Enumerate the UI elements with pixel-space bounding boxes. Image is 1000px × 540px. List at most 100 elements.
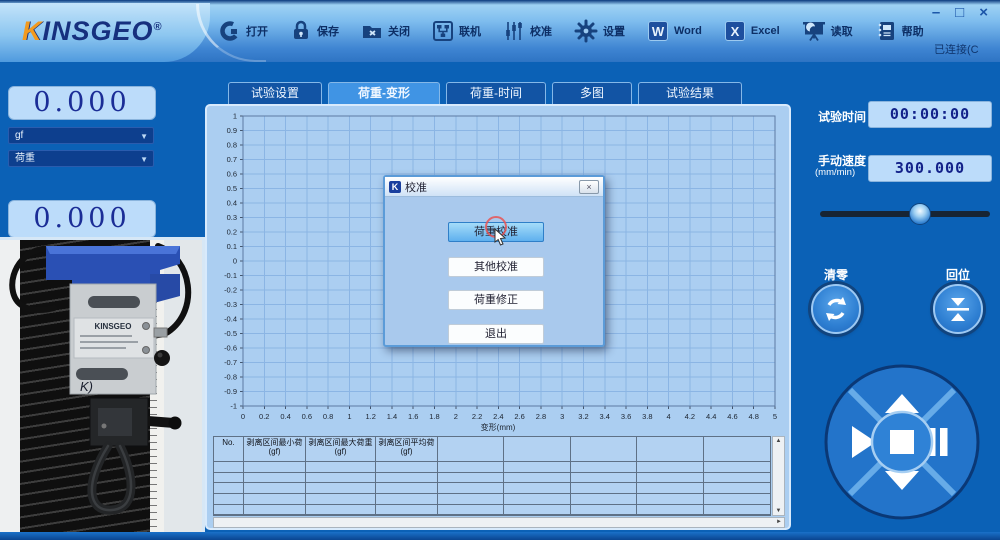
excel-export-button[interactable]: X Excel	[723, 19, 780, 43]
scroll-up-icon[interactable]: ▲	[773, 438, 784, 444]
svg-text:5: 5	[773, 412, 777, 421]
channel-dropdown[interactable]: 荷重 ▼	[8, 150, 154, 167]
svg-text:-0.8: -0.8	[224, 373, 237, 382]
svg-text:1.4: 1.4	[387, 412, 397, 421]
svg-text:0.7: 0.7	[227, 155, 237, 164]
dialog-titlebar[interactable]: K 校准	[385, 177, 603, 197]
svg-text:0.1: 0.1	[227, 242, 237, 251]
load-value-display: 0.000	[8, 86, 156, 120]
minimize-button[interactable]: –	[932, 5, 940, 20]
load-correction-button[interactable]: 荷重修正	[448, 290, 544, 310]
table-cell	[704, 473, 770, 484]
tab-multi-chart[interactable]: 多图	[552, 82, 632, 104]
save-button[interactable]: 保存	[289, 19, 339, 43]
svg-text:W: W	[652, 24, 665, 39]
brand-logo-rest: INSGEO	[43, 16, 154, 46]
table-cell	[637, 494, 703, 505]
table-row	[214, 462, 770, 473]
svg-text:2.4: 2.4	[493, 412, 503, 421]
open-button[interactable]: 打开	[218, 19, 268, 43]
settings-button[interactable]: 设置	[573, 18, 625, 44]
table-cell	[214, 505, 244, 516]
table-cell	[571, 462, 637, 473]
svg-text:2: 2	[454, 412, 458, 421]
svg-text:1.2: 1.2	[365, 412, 375, 421]
word-export-button[interactable]: W Word	[646, 19, 702, 43]
help-button[interactable]: 帮助	[874, 19, 924, 43]
svg-text:1.6: 1.6	[408, 412, 418, 421]
table-cell	[376, 483, 438, 494]
tab-test-results[interactable]: 试验结果	[638, 82, 742, 104]
manual-speed-display: 300.000	[868, 155, 992, 182]
col-empty	[571, 437, 637, 462]
svg-text:0: 0	[233, 257, 237, 266]
col-peel-max: 剥离区间最大荷重(gf)	[306, 437, 376, 462]
dialog-close-button[interactable]: ×	[579, 180, 599, 194]
word-label: Word	[674, 25, 702, 37]
gear-icon	[573, 18, 599, 44]
open-label: 打开	[246, 23, 268, 39]
speed-slider-knob[interactable]	[909, 203, 931, 225]
svg-text:3: 3	[560, 412, 564, 421]
machine-parts-illustration: KINSGEO K)	[0, 240, 205, 533]
close-file-label: 关闭	[388, 23, 410, 39]
svg-text:0.8: 0.8	[227, 141, 237, 150]
online-button[interactable]: 联机	[431, 19, 481, 43]
help-label: 帮助	[902, 23, 924, 39]
table-cell	[306, 505, 376, 516]
scroll-down-icon[interactable]: ▼	[773, 508, 784, 514]
table-cell	[438, 473, 504, 484]
test-time-display: 00:00:00	[868, 101, 992, 128]
channel-dropdown-value: 荷重	[15, 153, 35, 164]
home-label: 回位	[946, 266, 970, 283]
table-cell	[244, 494, 306, 505]
other-calibration-button[interactable]: 其他校准	[448, 257, 544, 277]
col-empty	[704, 437, 770, 462]
window-bottom-edge	[0, 532, 1000, 540]
table-cell	[376, 505, 438, 516]
table-cell	[376, 494, 438, 505]
table-cell	[504, 505, 570, 516]
svg-text:2.2: 2.2	[472, 412, 482, 421]
tab-load-deformation[interactable]: 荷重-变形	[328, 82, 440, 104]
speed-slider[interactable]	[820, 211, 990, 217]
svg-text:4.8: 4.8	[749, 412, 759, 421]
svg-text:-0.3: -0.3	[224, 300, 237, 309]
table-cell	[504, 462, 570, 473]
calibrate-button[interactable]: 校准	[502, 19, 552, 43]
svg-text:0.4: 0.4	[280, 412, 290, 421]
close-file-button[interactable]: 关闭	[360, 19, 410, 43]
view-tabs: 试验设置 荷重-变形 荷重-时间 多图 试验结果	[228, 82, 742, 104]
excel-icon: X	[723, 19, 747, 43]
svg-text:0.4: 0.4	[227, 199, 237, 208]
brand-logo: KINSGEO®	[22, 16, 163, 47]
chevron-down-icon: ▼	[140, 152, 148, 167]
svg-text:0.6: 0.6	[227, 170, 237, 179]
exit-button[interactable]: 退出	[448, 324, 544, 344]
table-horizontal-scrollbar[interactable]: ►	[213, 517, 785, 528]
tab-load-time[interactable]: 荷重-时间	[446, 82, 546, 104]
table-row	[214, 505, 770, 516]
col-peel-avg: 剥离区间平均荷(gf)	[376, 437, 438, 462]
close-window-button[interactable]: ×	[979, 5, 988, 20]
home-return-button[interactable]	[933, 284, 983, 334]
col-empty	[504, 437, 570, 462]
table-row	[214, 473, 770, 484]
table-vertical-scrollbar[interactable]: ▲ ▼	[772, 436, 785, 516]
scroll-right-icon[interactable]: ►	[776, 519, 782, 525]
table-cell	[244, 483, 306, 494]
zero-button[interactable]	[811, 284, 861, 334]
table-cell	[637, 505, 703, 516]
connection-status: 已连接(C	[934, 41, 1000, 57]
dialog-app-icon: K	[389, 181, 401, 193]
svg-text:4.4: 4.4	[706, 412, 716, 421]
tab-test-settings[interactable]: 试验设置	[228, 82, 322, 104]
stop-button[interactable]	[890, 430, 914, 454]
svg-text:-0.7: -0.7	[224, 358, 237, 367]
read-button[interactable]: 读取	[801, 19, 853, 43]
maximize-button[interactable]: □	[955, 5, 964, 20]
svg-text:2.8: 2.8	[536, 412, 546, 421]
unit-dropdown[interactable]: gf ▼	[8, 127, 154, 144]
svg-text:0.8: 0.8	[323, 412, 333, 421]
jog-control-pad[interactable]	[822, 362, 982, 522]
